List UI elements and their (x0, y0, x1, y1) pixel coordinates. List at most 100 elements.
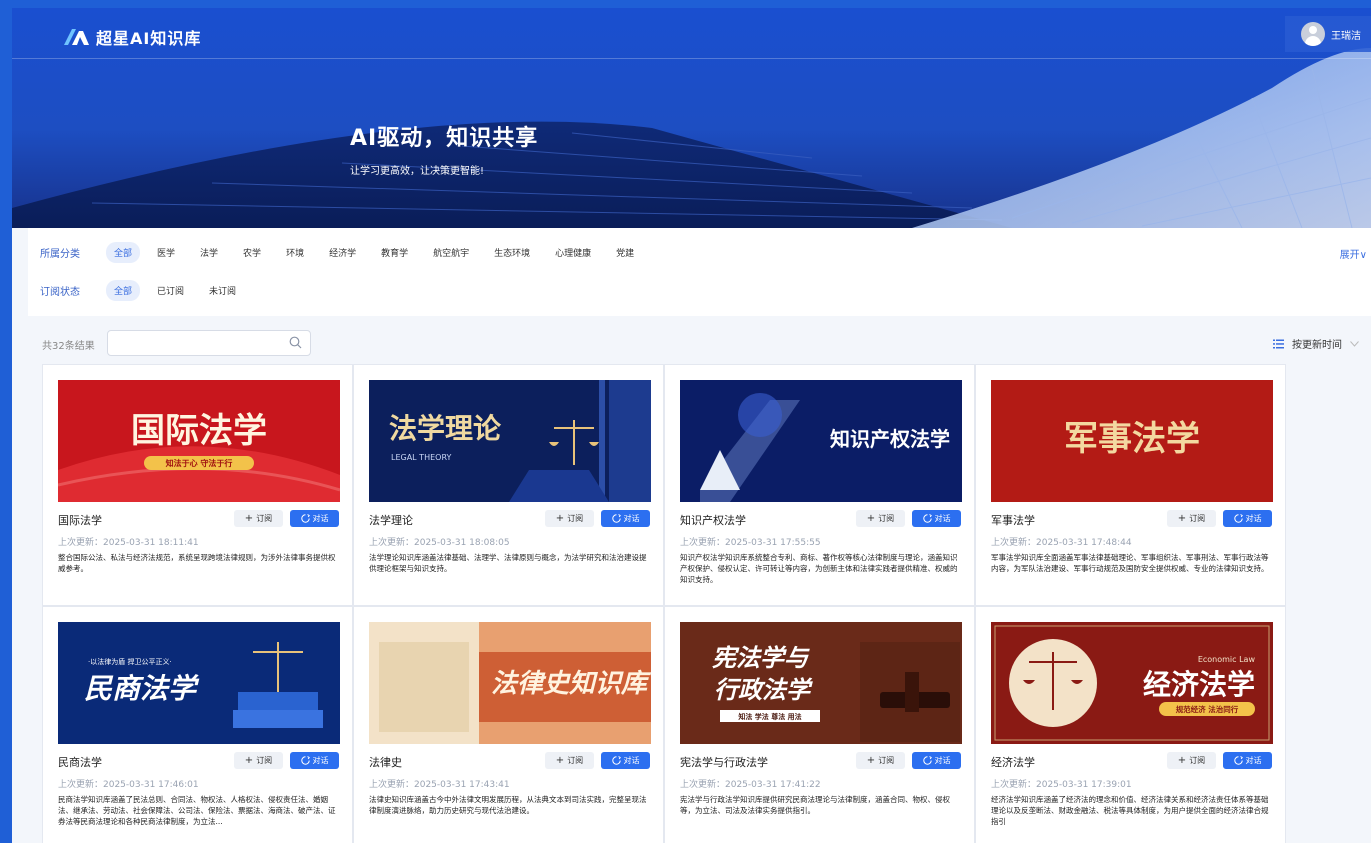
kb-card-economic-law[interactable]: Economic Law 经济法学 规范经济 法治同行 经济法学 + 订阅 对话 … (975, 606, 1286, 843)
plus-icon: + (1177, 512, 1187, 524)
category-option[interactable]: 航空航宇 (425, 242, 477, 263)
category-option[interactable]: 环境 (278, 242, 312, 263)
category-option[interactable]: 农学 (235, 242, 269, 263)
kb-card-legal-history[interactable]: 法律史知识库 法律史 + 订阅 对话 上次更新：2025-03-31 17:43:… (353, 606, 664, 843)
chat-button[interactable]: 对话 (1223, 752, 1272, 769)
chat-label: 对话 (1245, 514, 1262, 523)
subscribe-label: 订阅 (1189, 756, 1206, 765)
card-description: 知识产权法学知识库系统整合专利、商标、著作权等核心法律制度与理论，涵盖知识产权保… (680, 553, 958, 584)
hero-divider (12, 58, 1371, 59)
status-option-all[interactable]: 全部 (106, 280, 141, 301)
thumb-title-line2: 行政法学 (714, 675, 813, 704)
subscribe-label: 订阅 (567, 756, 584, 765)
expand-button[interactable]: 展开∨ (1340, 246, 1367, 261)
card-title[interactable]: 法学理论 (369, 512, 413, 528)
card-thumbnail: Economic Law 经济法学 规范经济 法治同行 (991, 622, 1273, 744)
sort-dropdown[interactable]: 按更新时间 (1273, 336, 1359, 351)
card-updated-time: 上次更新：2025-03-31 17:55:55 (680, 538, 821, 548)
thumb-title: 军事法学 (1064, 419, 1200, 459)
category-option[interactable]: 党建 (608, 242, 642, 263)
card-title[interactable]: 知识产权法学 (680, 512, 746, 528)
thumb-top-text: Economic Law (1198, 655, 1256, 664)
chat-label: 对话 (623, 514, 640, 523)
kb-card-military-law[interactable]: 军事法学 军事法学 + 订阅 对话 上次更新：2025-03-31 17:48:4… (975, 364, 1286, 606)
subscribe-button[interactable]: + 订阅 (234, 510, 283, 527)
subscribe-button[interactable]: + 订阅 (1167, 752, 1216, 769)
plus-icon: + (866, 754, 876, 766)
chat-label: 对话 (623, 756, 640, 765)
app-frame: 超星AI知识库 王瑞洁 AI驱动，知识共享 让学习更高效，让决策更智能! 所属分… (12, 8, 1371, 843)
status-filter-row: 订阅状态 全部 已订阅 未订阅 (40, 280, 253, 301)
chat-icon (922, 756, 932, 765)
thumb-title: 国际法学 (131, 411, 267, 451)
category-option[interactable]: 医学 (149, 242, 183, 263)
category-option-all[interactable]: 全部 (106, 242, 141, 263)
thumb-subtitle: 知法 学法 尊法 用法 (737, 712, 801, 721)
chat-button[interactable]: 对话 (290, 510, 339, 527)
plus-icon: + (555, 754, 565, 766)
search-input[interactable] (108, 331, 278, 356)
chat-button[interactable]: 对话 (912, 510, 961, 527)
status-option-subscribed[interactable]: 已订阅 (149, 280, 192, 301)
thumb-subtitle: LEGAL THEORY (391, 453, 451, 462)
thumb-subtitle: ·以法律为盾 捍卫公平正义· (88, 657, 172, 666)
category-option[interactable]: 心理健康 (547, 242, 599, 263)
subscribe-button[interactable]: + 订阅 (856, 510, 905, 527)
category-option[interactable]: 法学 (192, 242, 226, 263)
subscribe-button[interactable]: + 订阅 (234, 752, 283, 769)
kb-card-international-law[interactable]: 国际法学 知法于心 守法于行 国际法学 + 订阅 对话 上次更新：2025-03-… (42, 364, 353, 606)
kb-card-ip-law[interactable]: 知识产权法学 知识产权法学 + 订阅 对话 上次更新：2025-03-31 17:… (664, 364, 975, 606)
kb-card-civil-commercial-law[interactable]: ·以法律为盾 捍卫公平正义· 民商法学 民商法学 + 订阅 对话 上次更新：202… (42, 606, 353, 843)
chat-button[interactable]: 对话 (1223, 510, 1272, 527)
subscribe-label: 订阅 (878, 514, 895, 523)
chat-icon (300, 756, 310, 765)
brand[interactable]: 超星AI知识库 (62, 25, 201, 49)
chevron-down-icon: ∨ (1359, 250, 1367, 261)
thumb-subtitle: 知法于心 守法于行 (166, 458, 233, 468)
card-updated-time: 上次更新：2025-03-31 18:11:41 (58, 538, 199, 548)
chat-label: 对话 (312, 514, 329, 523)
search-icon[interactable] (289, 336, 302, 349)
kb-card-legal-theory[interactable]: 法学理论 LEGAL THEORY 法学理论 + 订阅 对话 上次更新：2025-… (353, 364, 664, 606)
status-option-unsubscribed[interactable]: 未订阅 (201, 280, 244, 301)
chat-icon (611, 514, 621, 523)
chat-button[interactable]: 对话 (601, 752, 650, 769)
subscribe-button[interactable]: + 订阅 (856, 752, 905, 769)
subscribe-button[interactable]: + 订阅 (1167, 510, 1216, 527)
hero-building-graphic (12, 48, 1371, 228)
card-title[interactable]: 法律史 (369, 754, 402, 770)
expand-label: 展开 (1339, 250, 1360, 261)
chat-button[interactable]: 对话 (601, 510, 650, 527)
chat-icon (611, 756, 621, 765)
card-description: 法学理论知识库涵盖法律基础、法理学、法律原则与概念，为法学研究和法治建设提供理论… (369, 553, 647, 573)
card-description: 经济法学知识库涵盖了经济法的理念和价值、经济法律关系和经济法责任体系等基础理论以… (991, 795, 1269, 826)
card-title[interactable]: 宪法学与行政法学 (680, 754, 768, 770)
card-updated-time: 上次更新：2025-03-31 18:08:05 (369, 538, 510, 548)
thumb-title: 法律史知识库 (491, 669, 651, 699)
subscribe-label: 订阅 (1189, 514, 1206, 523)
chat-button[interactable]: 对话 (912, 752, 961, 769)
subscribe-button[interactable]: + 订阅 (545, 510, 594, 527)
card-thumbnail: 宪法学与 行政法学 知法 学法 尊法 用法 (680, 622, 962, 744)
status-label: 订阅状态 (40, 287, 80, 298)
chat-button[interactable]: 对话 (290, 752, 339, 769)
card-title[interactable]: 军事法学 (991, 512, 1035, 528)
category-option[interactable]: 经济学 (321, 242, 364, 263)
kb-card-constitutional-admin-law[interactable]: 宪法学与 行政法学 知法 学法 尊法 用法 宪法学与行政法学 + 订阅 对话 上次… (664, 606, 975, 843)
subscribe-button[interactable]: + 订阅 (545, 752, 594, 769)
chat-label: 对话 (1245, 756, 1262, 765)
card-thumbnail: 国际法学 知法于心 守法于行 (58, 380, 340, 502)
category-option[interactable]: 生态环境 (486, 242, 538, 263)
user-menu[interactable]: 王瑞洁 (1285, 16, 1371, 52)
card-thumbnail: 法律史知识库 (369, 622, 651, 744)
subscribe-label: 订阅 (878, 756, 895, 765)
card-title[interactable]: 国际法学 (58, 512, 102, 528)
plus-icon: + (244, 512, 254, 524)
card-updated-time: 上次更新：2025-03-31 17:46:01 (58, 780, 199, 790)
category-option[interactable]: 教育学 (373, 242, 416, 263)
card-title[interactable]: 民商法学 (58, 754, 102, 770)
brand-logo-icon (64, 29, 89, 45)
category-label: 所属分类 (40, 249, 80, 260)
card-title[interactable]: 经济法学 (991, 754, 1035, 770)
plus-icon: + (555, 512, 565, 524)
